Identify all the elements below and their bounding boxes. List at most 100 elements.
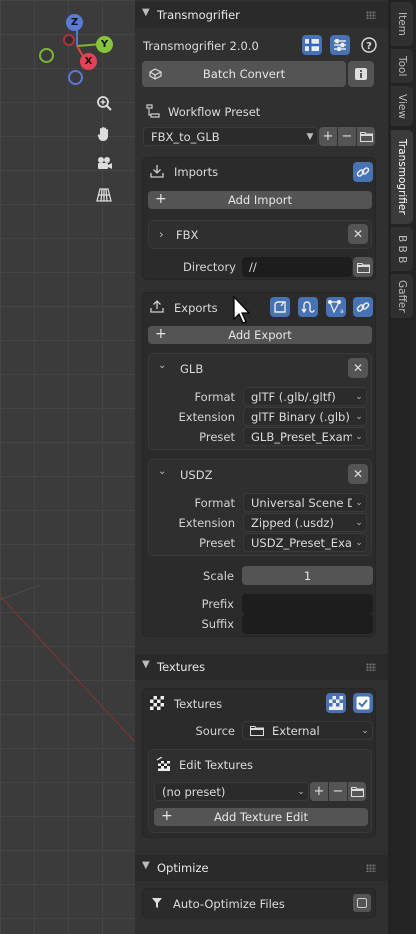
hand-pan-icon[interactable] [91,121,117,147]
optimize-panel-header[interactable]: ▼ Optimize [135,855,388,881]
info-button[interactable] [348,61,374,87]
chevron-down-icon[interactable]: ⌄ [158,360,166,371]
open-texture-folder-button[interactable] [348,782,366,801]
directory-label: Directory [182,260,236,274]
gizmo-neg-y-axis[interactable] [68,70,83,85]
panel-title: Transmogrifier [157,8,240,22]
tab-tool[interactable]: Tool [391,49,413,83]
open-folder-button[interactable] [357,127,375,146]
remove-export-button[interactable]: ✕ [348,358,368,378]
preset-dropdown[interactable]: GLB_Preset_Example⌄ [243,427,367,446]
help-icon[interactable]: ? [359,35,379,55]
mouse-cursor-icon [233,296,251,324]
export-item-title: GLB [180,362,204,376]
gizmo-neg-x-axis[interactable] [39,48,54,63]
chevron-down-icon: ⌄ [355,537,363,548]
drag-grip-icon[interactable] [366,663,376,671]
chevron-down-icon: ▼ [142,860,150,871]
remove-texture-preset-button[interactable]: − [329,782,347,801]
textures-title: Textures [174,697,223,711]
remove-preset-button[interactable]: − [338,127,356,146]
add-preset-button[interactable]: + [319,127,337,146]
extension-dropdown[interactable]: Zipped (.usdz) ⌄ [243,513,367,532]
batch-convert-button[interactable]: Batch Convert [142,61,346,87]
link-icon[interactable] [353,162,373,182]
add-export-label: Add Export [228,328,292,342]
extension-dropdown[interactable]: glTF Binary (.glb) ⌄ [243,407,367,426]
finnish-flag-icon[interactable] [302,35,322,55]
drag-grip-icon[interactable] [366,11,376,19]
workflow-preset-dropdown[interactable]: FBX_to_GLB ▼ [143,127,318,146]
tab-label: View [396,93,408,119]
vertex-group-icon[interactable]: a [326,297,346,317]
link-icon[interactable] [353,297,373,317]
format-label: Format [194,496,235,510]
gizmo-x-axis[interactable]: X [80,53,97,70]
tab-label: Tool [396,55,408,77]
suffix-field[interactable] [242,614,373,634]
chevron-down-icon[interactable]: ⌄ [158,466,166,477]
add-texture-edit-button[interactable]: + Add Texture Edit [154,808,368,826]
exports-title: Exports [174,301,218,315]
textures-enabled-checkbox[interactable] [353,693,373,713]
import-item-fbx[interactable]: › FBX ✕ [148,220,372,249]
sidebar-panel: ▼ Transmogrifier Transmogrifier 2.0.0 ? … [135,0,388,934]
close-icon: ✕ [352,227,364,241]
gizmo-y-axis[interactable]: Y [96,36,113,53]
auto-optimize-checkbox[interactable] [353,894,371,912]
source-dropdown[interactable]: External ⌄ [242,721,373,740]
remove-import-button[interactable]: ✕ [348,224,368,244]
plus-icon: + [322,129,334,144]
minus-icon: − [332,784,344,799]
transmogrifier-panel-header[interactable]: ▼ Transmogrifier [135,2,388,28]
optimize-box: Auto-Optimize Files [142,888,376,918]
scale-field[interactable]: 1 [242,566,373,585]
perspective-grid-icon[interactable] [91,182,117,208]
chevron-down-icon: ⌄ [355,517,363,528]
tab-view[interactable]: View [391,86,413,126]
texture-preset-dropdown[interactable]: (no preset) ⌄ [154,782,309,801]
checkbox-icon [357,898,367,908]
settings-sliders-icon[interactable] [330,35,350,55]
3d-viewport[interactable]: Z Y X [0,0,135,934]
browse-directory-button[interactable] [353,257,373,277]
format-label: Format [194,390,235,404]
add-export-button[interactable]: + Add Export [148,326,372,344]
camera-view-icon[interactable] [91,151,117,177]
rotate-icon[interactable] [298,297,318,317]
apply-transform-icon[interactable] [270,297,290,317]
preset-value: USDZ_Preset_Exa... [251,535,352,550]
gizmo-z-axis[interactable]: Z [66,14,83,31]
texture-checker-toggle-icon[interactable] [326,693,346,713]
workflow-preset-value: FBX_to_GLB [151,129,220,144]
extension-value: glTF Binary (.glb) [251,409,350,424]
add-texture-preset-button[interactable]: + [310,782,328,801]
tab-gaffer[interactable]: Gaffer [391,274,413,318]
chevron-down-icon: ▼ [142,7,150,18]
imports-title: Imports [174,165,219,179]
extension-label: Extension [178,516,235,530]
format-dropdown[interactable]: glTF (.glb/.gltf) ⌄ [243,387,367,406]
tab-item[interactable]: Item [391,2,413,46]
scale-value: 1 [303,568,312,583]
batch-convert-label: Batch Convert [202,67,286,81]
export-icon [150,300,164,313]
add-import-button[interactable]: + Add Import [148,191,372,209]
format-dropdown[interactable]: Universal Scene D...⌄ [243,493,367,512]
prefix-field[interactable] [242,594,373,614]
gizmo-neg-z-axis[interactable] [63,34,75,46]
folder-icon [359,131,373,142]
textures-panel-header[interactable]: ▼ Textures [135,654,388,680]
batch-convert-icon [149,68,162,80]
tab-label: B B B [396,234,408,264]
chevron-right-icon: › [159,227,164,241]
directory-field[interactable]: // [242,257,352,277]
prefix-label: Prefix [201,597,234,611]
navigation-gizmo[interactable]: Z Y X [30,6,130,96]
remove-export-button[interactable]: ✕ [348,464,368,484]
preset-dropdown[interactable]: USDZ_Preset_Exa... ⌄ [243,533,367,552]
zoom-icon[interactable] [91,91,117,117]
drag-grip-icon[interactable] [366,864,376,872]
tab-transmogrifier[interactable]: Transmogrifier [391,130,413,224]
tab-bbb[interactable]: B B B [391,227,413,271]
